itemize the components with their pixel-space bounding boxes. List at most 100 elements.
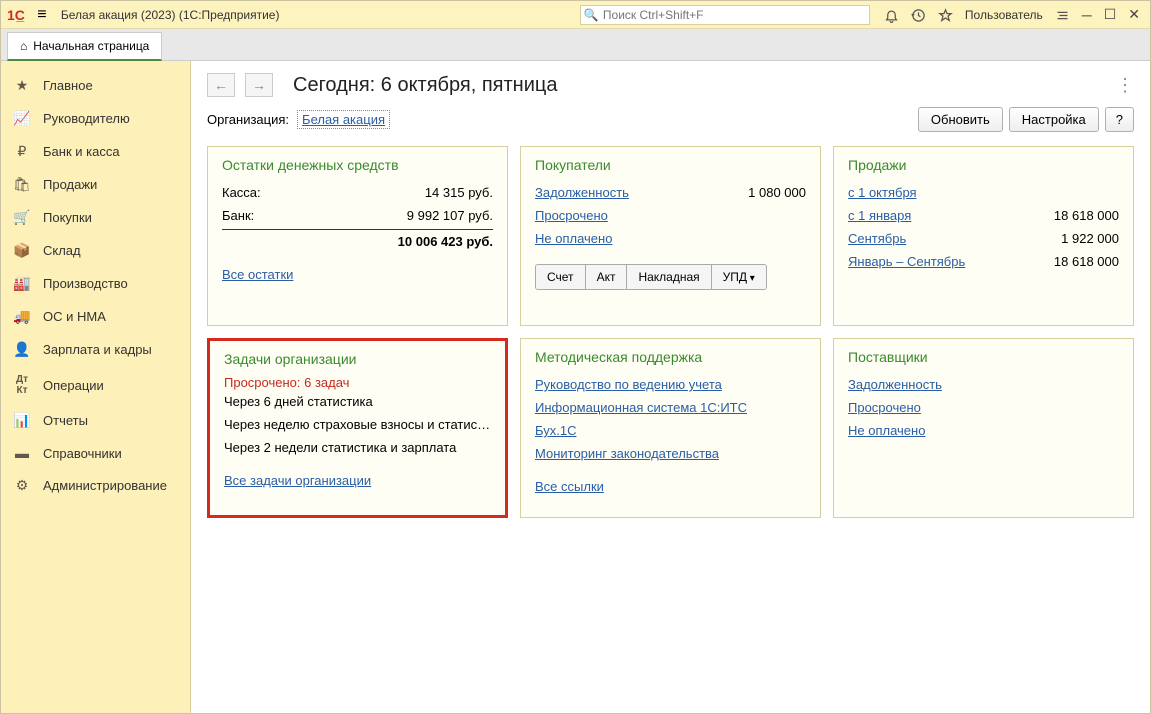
sidebar-item-manager[interactable]: 📈Руководителю (1, 102, 190, 135)
task-item: Через неделю страховые взносы и статис… (224, 413, 491, 436)
suppliers-unpaid-link[interactable]: Не оплачено (848, 423, 925, 438)
cash-row: Банк:9 992 107 руб. (222, 204, 493, 227)
buyers-debt-link[interactable]: Задолженность (535, 185, 629, 200)
sidebar-item-main[interactable]: ★Главное (1, 69, 190, 102)
org-row: Организация: Белая акация Обновить Настр… (207, 107, 1134, 132)
card-title: Задачи организации (224, 351, 491, 367)
card-suppliers: Поставщики Задолженность Просрочено Не о… (833, 338, 1134, 518)
nav-forward-button[interactable]: → (245, 73, 273, 97)
task-item: Через 2 недели статистика и зарплата (224, 436, 491, 459)
support-link[interactable]: Мониторинг законодательства (535, 446, 719, 461)
cash-row: Касса:14 315 руб. (222, 181, 493, 204)
cards-grid: Остатки денежных средств Касса:14 315 ру… (207, 146, 1134, 518)
ruble-icon: ₽ (13, 143, 31, 160)
suppliers-debt-link[interactable]: Задолженность (848, 377, 942, 392)
chart-icon: 📈 (13, 110, 31, 127)
doc-buttons: Счет Акт Накладная УПД (535, 264, 767, 290)
settings-button[interactable]: Настройка (1009, 107, 1099, 132)
help-button[interactable]: ? (1105, 107, 1134, 132)
card-title: Поставщики (848, 349, 1119, 365)
tab-bar: ⌂ Начальная страница (1, 29, 1150, 61)
factory-icon: 🏭 (13, 275, 31, 292)
maximize-button[interactable]: ☐ (1098, 6, 1123, 23)
card-support: Методическая поддержка Руководство по ве… (520, 338, 821, 518)
history-icon[interactable] (905, 6, 932, 23)
box-icon: 📦 (13, 242, 31, 259)
card-buyers: Покупатели Задолженность1 080 000 Просро… (520, 146, 821, 326)
options-icon[interactable] (1049, 6, 1076, 23)
tasks-overdue: Просрочено: 6 задач (224, 375, 491, 390)
doc-upd-button[interactable]: УПД (712, 265, 766, 289)
person-icon: 👤 (13, 341, 31, 358)
star-icon[interactable] (932, 6, 959, 23)
card-title: Покупатели (535, 157, 806, 173)
bag-icon: 🛍 (13, 176, 31, 193)
sidebar-item-warehouse[interactable]: 📦Склад (1, 234, 190, 267)
bell-icon[interactable] (878, 6, 905, 23)
minimize-button[interactable]: ─ (1076, 7, 1098, 23)
star-icon: ★ (13, 77, 31, 94)
bars-icon: 📊 (13, 412, 31, 429)
cart-icon: 🛒 (13, 209, 31, 226)
ops-icon: ДтКт (13, 374, 31, 396)
support-link[interactable]: Руководство по ведению учета (535, 377, 722, 392)
refresh-button[interactable]: Обновить (918, 107, 1003, 132)
user-label[interactable]: Пользователь (959, 8, 1049, 22)
task-item: Через 6 дней статистика (224, 390, 491, 413)
sidebar-item-admin[interactable]: ⚙Администрирование (1, 469, 190, 502)
card-title: Методическая поддержка (535, 349, 806, 365)
sidebar-item-purchases[interactable]: 🛒Покупки (1, 201, 190, 234)
main-menu-button[interactable]: ≡ (31, 6, 53, 24)
all-balances-link[interactable]: Все остатки (222, 267, 493, 282)
home-icon: ⌂ (20, 39, 27, 53)
titlebar-actions: Пользователь ─ ☐ ✕ (878, 6, 1146, 23)
search-icon: 🔍 (584, 8, 599, 22)
sidebar: ★Главное 📈Руководителю ₽Банк и касса 🛍Пр… (1, 61, 191, 713)
page-title: Сегодня: 6 октября, пятница (293, 74, 557, 97)
title-bar: 1C̲ ≡ Белая акация (2023) (1С:Предприяти… (1, 1, 1150, 29)
sales-jan-link[interactable]: с 1 января (848, 208, 911, 223)
nav-back-button[interactable]: ← (207, 73, 235, 97)
content-area: ← → Сегодня: 6 октября, пятница ⋮ Органи… (191, 61, 1150, 713)
org-link[interactable]: Белая акация (297, 110, 390, 129)
sales-sep-link[interactable]: Сентябрь (848, 231, 906, 246)
sidebar-item-catalogs[interactable]: ▬Справочники (1, 437, 190, 469)
buyers-unpaid-link[interactable]: Не оплачено (535, 231, 612, 246)
cash-total: 10 006 423 руб. (222, 229, 493, 253)
card-cash: Остатки денежных средств Касса:14 315 ру… (207, 146, 508, 326)
gear-icon: ⚙ (13, 477, 31, 494)
sidebar-item-reports[interactable]: 📊Отчеты (1, 404, 190, 437)
support-link[interactable]: Информационная система 1С:ИТС (535, 400, 747, 415)
main-area: ★Главное 📈Руководителю ₽Банк и касса 🛍Пр… (1, 61, 1150, 713)
buyers-overdue-link[interactable]: Просрочено (535, 208, 608, 223)
all-tasks-link[interactable]: Все задачи организации (224, 473, 491, 488)
search-area: 🔍 (580, 5, 870, 25)
content-header: ← → Сегодня: 6 октября, пятница ⋮ (207, 73, 1134, 97)
doc-act-button[interactable]: Акт (586, 265, 628, 289)
window-title: Белая акация (2023) (1С:Предприятие) (61, 8, 280, 22)
app-logo: 1C̲ (7, 7, 25, 23)
suppliers-overdue-link[interactable]: Просрочено (848, 400, 921, 415)
sales-ytd-link[interactable]: Январь – Сентябрь (848, 254, 965, 269)
support-link[interactable]: Бух.1С (535, 423, 576, 438)
tab-home[interactable]: ⌂ Начальная страница (7, 32, 162, 61)
more-menu-button[interactable]: ⋮ (1116, 75, 1134, 96)
sales-oct-link[interactable]: с 1 октября (848, 185, 917, 200)
sidebar-item-hr[interactable]: 👤Зарплата и кадры (1, 333, 190, 366)
doc-invoice-button[interactable]: Счет (536, 265, 586, 289)
card-title: Остатки денежных средств (222, 157, 493, 173)
sidebar-item-sales[interactable]: 🛍Продажи (1, 168, 190, 201)
card-tasks: Задачи организации Просрочено: 6 задач Ч… (207, 338, 508, 518)
doc-waybill-button[interactable]: Накладная (627, 265, 711, 289)
all-links-link[interactable]: Все ссылки (535, 479, 806, 494)
book-icon: ▬ (13, 445, 31, 461)
tab-label: Начальная страница (33, 39, 149, 53)
org-label: Организация: (207, 112, 289, 127)
sidebar-item-assets[interactable]: 🚚ОС и НМА (1, 300, 190, 333)
sidebar-item-bank[interactable]: ₽Банк и касса (1, 135, 190, 168)
truck-icon: 🚚 (13, 308, 31, 325)
sidebar-item-production[interactable]: 🏭Производство (1, 267, 190, 300)
sidebar-item-operations[interactable]: ДтКтОперации (1, 366, 190, 404)
search-input[interactable] (580, 5, 870, 25)
close-button[interactable]: ✕ (1122, 6, 1146, 23)
